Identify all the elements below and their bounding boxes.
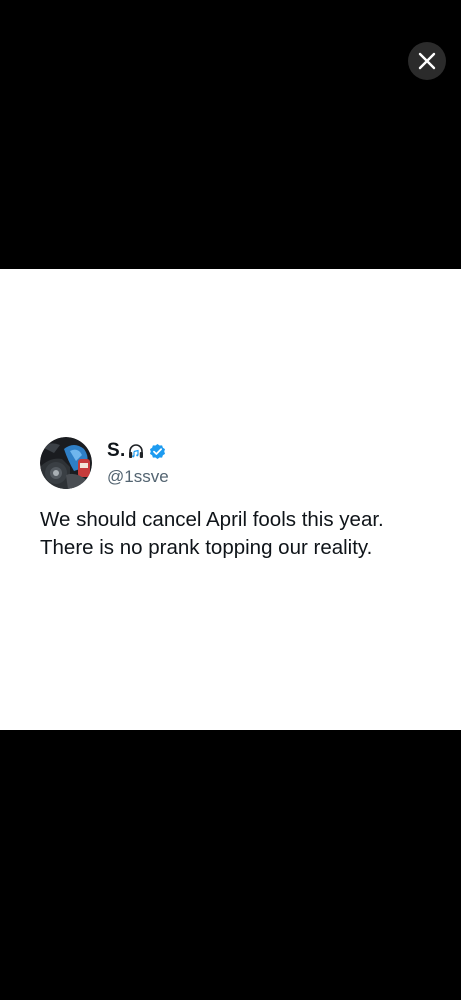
tweet-text-line: We should cancel April fools this year. [40, 508, 384, 531]
close-icon [417, 51, 437, 71]
display-name: S. [107, 440, 126, 461]
media-viewer: S. @1ssve We should cancel April fools t… [0, 0, 461, 1000]
avatar [40, 437, 92, 489]
tweet-header: S. @1ssve [40, 437, 169, 489]
user-names: S. @1ssve [107, 439, 169, 487]
headphone-icon [127, 442, 145, 460]
verified-badge-icon [148, 442, 167, 461]
tweet-screenshot-image: S. @1ssve We should cancel April fools t… [0, 269, 461, 730]
tweet-text: We should cancel April fools this year. … [40, 506, 440, 562]
close-button[interactable] [408, 42, 446, 80]
tweet-text-line: There is no prank topping our reality. [40, 536, 373, 559]
user-handle: @1ssve [107, 467, 169, 486]
display-name-row: S. [107, 439, 169, 463]
